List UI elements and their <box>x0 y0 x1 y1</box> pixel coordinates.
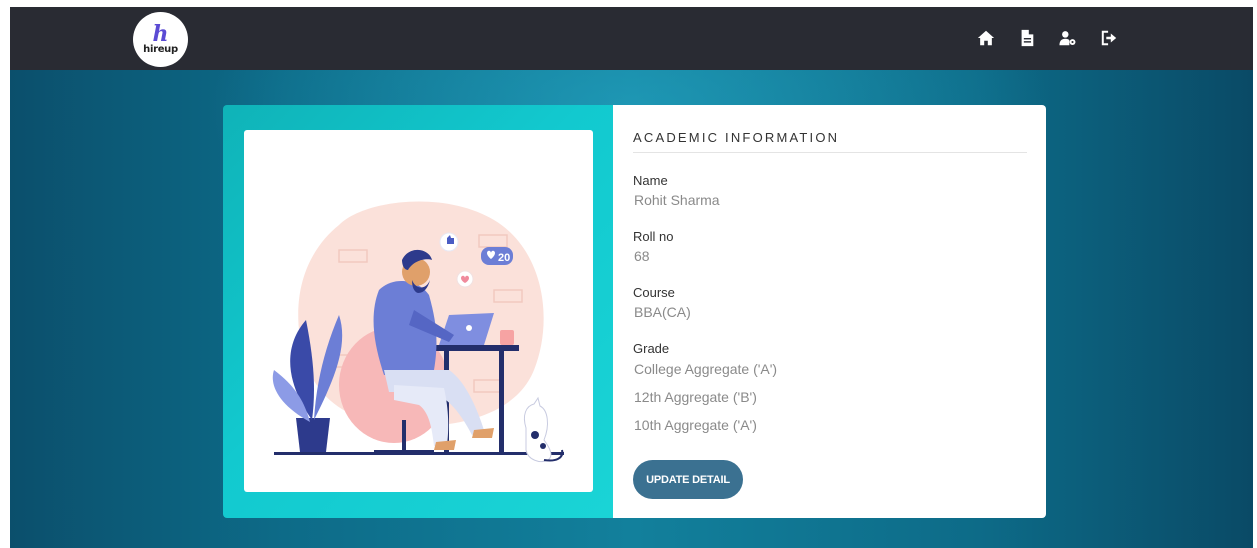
logo-mark: h <box>152 20 169 47</box>
course-value: BBA(CA) <box>634 304 691 320</box>
working-person-illustration: 20 <box>244 130 593 492</box>
illustration-panel: 20 <box>223 105 613 518</box>
grade-12th-value: 12th Aggregate ('B') <box>634 389 757 405</box>
roll-label: Roll no <box>633 229 674 244</box>
grade-10th-value: 10th Aggregate ('A') <box>634 417 757 433</box>
roll-value: 68 <box>634 248 650 264</box>
logo-text: hireup <box>143 43 178 55</box>
home-icon[interactable] <box>976 28 996 48</box>
section-title: ACADEMIC INFORMATION <box>633 130 1027 153</box>
logout-icon[interactable] <box>1099 28 1119 48</box>
user-settings-icon[interactable] <box>1058 28 1078 48</box>
course-label: Course <box>633 285 675 300</box>
academic-info-panel: ACADEMIC INFORMATION Name Rohit Sharma R… <box>613 105 1046 518</box>
name-value: Rohit Sharma <box>634 192 720 208</box>
hireup-logo[interactable]: h hireup <box>133 12 188 67</box>
grade-label: Grade <box>633 341 670 356</box>
navbar: h hireup <box>10 7 1253 70</box>
update-detail-button[interactable]: UPDATE DETAIL <box>633 460 743 499</box>
app-frame: h hireup 20 ACADEMIC INFORMATION Name Ro… <box>10 7 1253 548</box>
name-label: Name <box>633 173 668 188</box>
document-icon[interactable] <box>1017 28 1037 48</box>
likes-badge-text: 20 <box>498 252 510 264</box>
nav-icons <box>976 28 1119 48</box>
academic-card: 20 ACADEMIC INFORMATION Name Rohit Sharm… <box>223 105 1046 518</box>
grade-college-value: College Aggregate ('A') <box>634 361 778 377</box>
